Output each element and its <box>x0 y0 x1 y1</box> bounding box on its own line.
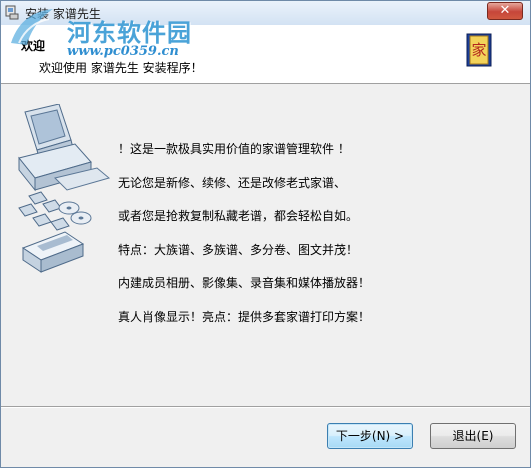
book-glyph: 家 <box>471 41 486 59</box>
description-line-1: ！这是一款极具实用价值的家谱管理软件 ！ <box>118 142 350 156</box>
description-line-6: 真人肖像显示！亮点：提供多套家谱打印方案！ <box>118 310 371 324</box>
watermark-name: 河东软件园 <box>67 18 192 47</box>
welcome-subtitle: 欢迎使用 家谱先生 安装程序！ <box>39 61 203 75</box>
close-button[interactable]: ✕ <box>487 2 523 20</box>
exit-button[interactable]: 退出(E) <box>430 423 516 449</box>
description-line-3: 或者您是抢救复制私藏老谱，都会轻松自如。 <box>118 209 359 223</box>
watermark-logo-icon <box>11 9 53 45</box>
installer-window: 安装 家谱先生 ✕ 欢迎 欢迎使用 家谱先生 安装程序！ 家 河东软件园 www… <box>0 0 531 468</box>
button-separator <box>1 406 530 408</box>
watermark: 河东软件园 www.pc0359.cn <box>57 13 317 61</box>
computer-install-illustration <box>18 104 111 273</box>
next-button[interactable]: 下一步(N) > <box>327 423 413 449</box>
wizard-content: ！这是一款极具实用价值的家谱管理软件 ！ 无论您是新修、续修、还是改修老式家谱、… <box>1 84 530 404</box>
description-line-2: 无论您是新修、续修、还是改修老式家谱、 <box>118 176 347 190</box>
description-line-4: 特点：大族谱、多族谱、多分卷、图文并茂！ <box>118 243 359 257</box>
close-icon: ✕ <box>499 3 511 18</box>
description-line-5: 内建成员相册、影像集、录音集和媒体播放器！ <box>118 276 371 290</box>
family-book-icon: 家 <box>466 33 492 67</box>
watermark-url: www.pc0359.cn <box>67 44 179 59</box>
